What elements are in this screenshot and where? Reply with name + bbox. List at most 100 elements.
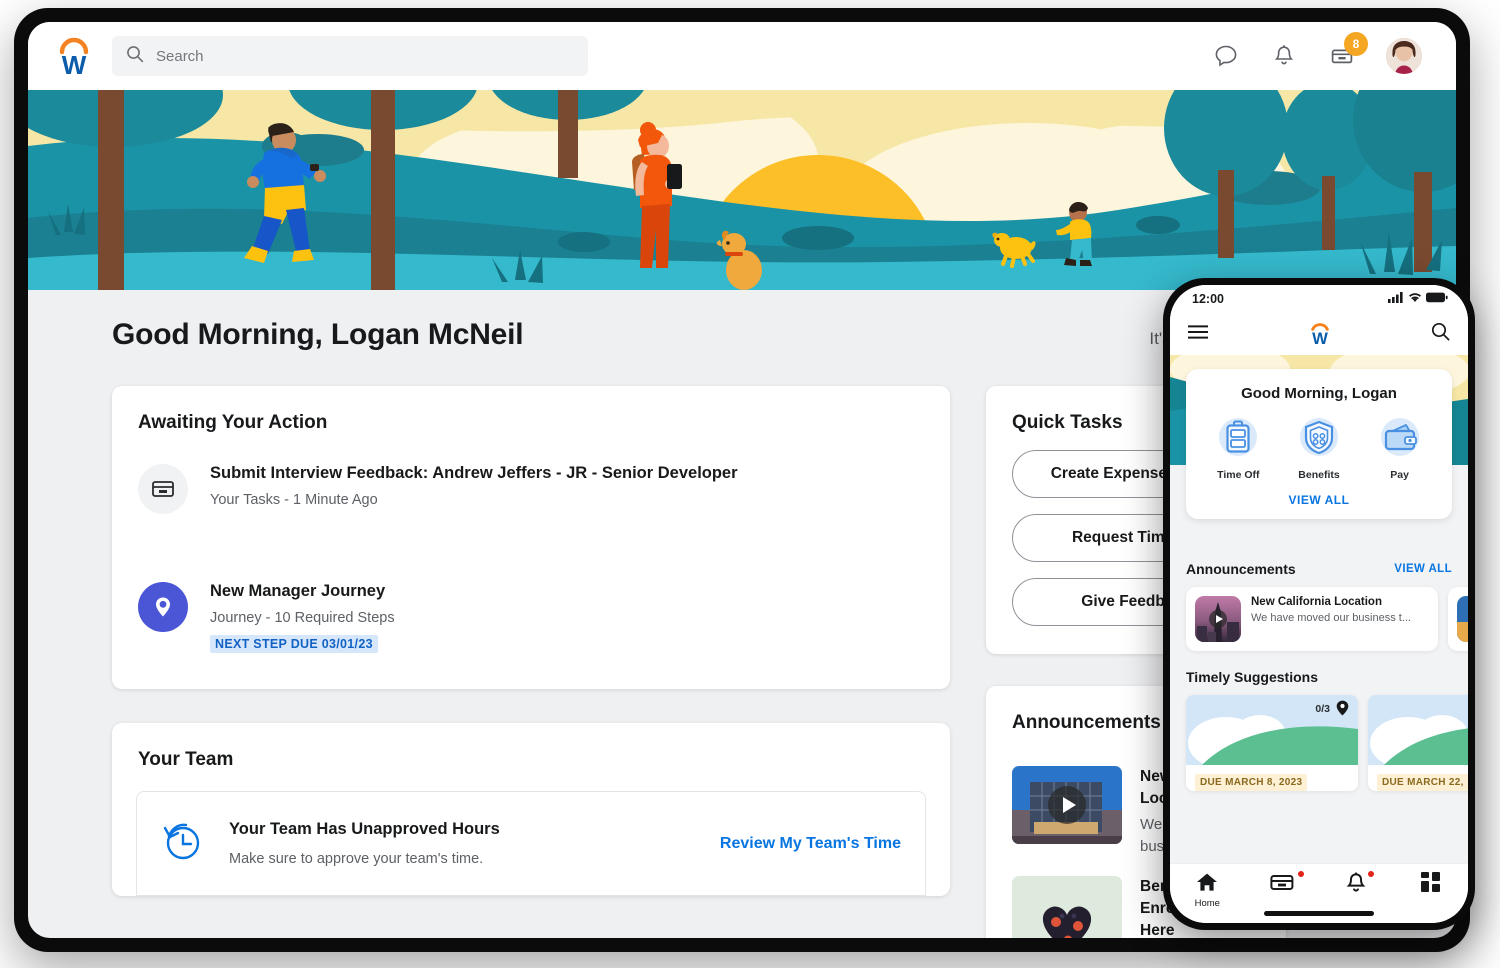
workday-logo[interactable]: W bbox=[1306, 318, 1334, 351]
awaiting-item[interactable]: New Manager Journey Journey - 10 Require… bbox=[138, 564, 924, 659]
quick-action-pay[interactable]: Pay bbox=[1363, 416, 1437, 481]
phone-announcement-description: We have moved our business t... bbox=[1251, 612, 1411, 624]
phone-announcement-item[interactable]: New California Location We have moved ou… bbox=[1186, 587, 1438, 651]
tab-label: Home bbox=[1179, 898, 1235, 909]
phone-suggestions-carousel[interactable]: 0/3 DUE MARCH 8, 2023 bbox=[1170, 685, 1468, 791]
suggestion-due-badge: DUE MARCH 22, bbox=[1377, 774, 1468, 791]
inbox-unread-dot bbox=[1298, 871, 1304, 877]
user-avatar[interactable] bbox=[1386, 38, 1422, 74]
bell-icon bbox=[1346, 880, 1366, 897]
search-icon[interactable] bbox=[1431, 322, 1450, 346]
suggestion-artwork bbox=[1368, 695, 1468, 765]
quick-action-time-off[interactable]: Time Off bbox=[1201, 416, 1275, 481]
location-pin-icon bbox=[138, 582, 188, 632]
tab-notifications[interactable] bbox=[1328, 872, 1384, 898]
status-bar-time: 12:00 bbox=[1192, 292, 1224, 306]
phone-screen: 12:00 bbox=[1170, 285, 1468, 923]
bell-icon[interactable] bbox=[1270, 42, 1298, 70]
phone-nav-bar: W bbox=[1170, 313, 1468, 355]
your-team-card-title: Your Team bbox=[112, 723, 950, 777]
phone-announcements-carousel[interactable]: New California Location We have moved ou… bbox=[1170, 577, 1468, 651]
announcement-photo-thumbnail[interactable] bbox=[1012, 876, 1122, 939]
suggestion-due-badge: DUE MARCH 8, 2023 bbox=[1195, 774, 1307, 791]
phone-announcements-title: Announcements bbox=[1186, 561, 1296, 577]
battery-icon bbox=[1426, 290, 1448, 308]
team-item-subtitle: Make sure to approve your team's time. bbox=[229, 851, 696, 867]
page-title: Good Morning, Logan McNeil bbox=[112, 318, 523, 352]
team-unapproved-hours-item[interactable]: Your Team Has Unapproved Hours Make sure… bbox=[136, 791, 926, 896]
quick-action-label: Benefits bbox=[1282, 469, 1356, 481]
inbox-badge-count: 8 bbox=[1344, 32, 1368, 56]
wifi-icon bbox=[1408, 290, 1422, 308]
status-bar-indicators bbox=[1388, 290, 1448, 308]
notifications-unread-dot bbox=[1368, 871, 1374, 877]
phone-notch bbox=[1267, 285, 1371, 307]
phone-announcement-item[interactable] bbox=[1448, 587, 1468, 651]
inbox-icon bbox=[138, 464, 188, 514]
phone-tab-bar: Home bbox=[1170, 863, 1468, 923]
phone-suggestion-item[interactable]: DUE MARCH 22, bbox=[1368, 695, 1468, 791]
quick-action-label: Pay bbox=[1363, 469, 1437, 481]
team-item-text: Your Team Has Unapproved Hours Make sure… bbox=[229, 820, 696, 867]
awaiting-card-title: Awaiting Your Action bbox=[112, 386, 950, 440]
your-team-card: Your Team bbox=[112, 723, 950, 896]
chat-icon[interactable] bbox=[1212, 42, 1240, 70]
search-placeholder: Search bbox=[156, 48, 204, 65]
phone-announcements-view-all[interactable]: VIEW ALL bbox=[1394, 563, 1452, 575]
quick-action-benefits[interactable]: Benefits bbox=[1282, 416, 1356, 481]
hamburger-menu-icon[interactable] bbox=[1188, 325, 1208, 344]
phone-suggestions-title: Timely Suggestions bbox=[1186, 669, 1318, 685]
top-bar-actions: 8 bbox=[1212, 38, 1430, 74]
next-step-due-badge: NEXT STEP DUE 03/01/23 bbox=[210, 635, 378, 653]
tab-home[interactable]: Home bbox=[1179, 872, 1235, 909]
awaiting-item-subtitle: Your Tasks - 1 Minute Ago bbox=[210, 492, 738, 508]
shield-icon bbox=[1298, 445, 1340, 462]
phone-announcement-title: New California Location bbox=[1251, 596, 1411, 608]
awaiting-item[interactable]: Submit Interview Feedback: Andrew Jeffer… bbox=[138, 446, 924, 520]
inbox-icon bbox=[1270, 879, 1294, 896]
tab-apps[interactable] bbox=[1403, 872, 1459, 897]
phone-view-all-link[interactable]: VIEW ALL bbox=[1198, 493, 1440, 507]
play-icon[interactable] bbox=[1209, 610, 1227, 628]
home-indicator bbox=[1264, 911, 1374, 916]
phone-suggestion-item[interactable]: 0/3 DUE MARCH 8, 2023 bbox=[1186, 695, 1358, 791]
suitcase-icon bbox=[1217, 445, 1259, 462]
phone-status-bar: 12:00 bbox=[1170, 285, 1468, 313]
phone-announcement-video-thumbnail[interactable] bbox=[1195, 596, 1241, 642]
search-input[interactable]: Search bbox=[112, 36, 588, 76]
awaiting-item-title: Submit Interview Feedback: Andrew Jeffer… bbox=[210, 464, 738, 483]
team-item-title: Your Team Has Unapproved Hours bbox=[229, 820, 696, 839]
phone-announcement-text: New California Location We have moved ou… bbox=[1251, 596, 1411, 642]
hero-illustration bbox=[28, 90, 1456, 290]
top-navigation-bar: W Search bbox=[28, 22, 1456, 90]
svg-text:W: W bbox=[62, 50, 87, 77]
phone-announcement-photo-thumbnail[interactable] bbox=[1457, 596, 1468, 642]
quick-action-label: Time Off bbox=[1201, 469, 1275, 481]
tab-inbox[interactable] bbox=[1254, 872, 1310, 897]
suggestion-progress-count: 0/3 bbox=[1315, 703, 1330, 715]
location-pin-icon bbox=[1336, 700, 1349, 721]
left-column: Awaiting Your Action bbox=[112, 386, 950, 938]
phone-announcements-header: Announcements VIEW ALL bbox=[1170, 561, 1468, 577]
awaiting-your-action-card: Awaiting Your Action bbox=[112, 386, 950, 689]
awaiting-item-subtitle: Journey - 10 Required Steps bbox=[210, 610, 395, 626]
inbox-icon[interactable]: 8 bbox=[1328, 42, 1356, 70]
awaiting-items-list: Submit Interview Feedback: Andrew Jeffer… bbox=[112, 440, 950, 689]
screenshot-root: W Search bbox=[0, 0, 1500, 968]
phone-quick-actions-card: Good Morning, Logan Time Of bbox=[1186, 369, 1452, 519]
phone-greeting: Good Morning, Logan bbox=[1198, 385, 1440, 402]
workday-logo[interactable]: W bbox=[54, 35, 94, 77]
play-icon[interactable] bbox=[1048, 786, 1086, 824]
phone-suggestions-header: Timely Suggestions bbox=[1170, 669, 1468, 685]
svg-text:W: W bbox=[1312, 329, 1328, 346]
search-icon bbox=[126, 45, 144, 68]
suggestion-artwork: 0/3 bbox=[1186, 695, 1358, 765]
phone-quick-actions: Time Off bbox=[1198, 416, 1440, 481]
clock-arrow-icon bbox=[159, 818, 205, 869]
awaiting-item-title: New Manager Journey bbox=[210, 582, 395, 601]
wallet-icon bbox=[1379, 445, 1421, 462]
review-my-teams-time-link[interactable]: Review My Team's Time bbox=[720, 835, 901, 853]
phone-device-frame: 12:00 bbox=[1163, 278, 1475, 930]
home-icon bbox=[1196, 879, 1218, 896]
announcement-video-thumbnail[interactable] bbox=[1012, 766, 1122, 844]
